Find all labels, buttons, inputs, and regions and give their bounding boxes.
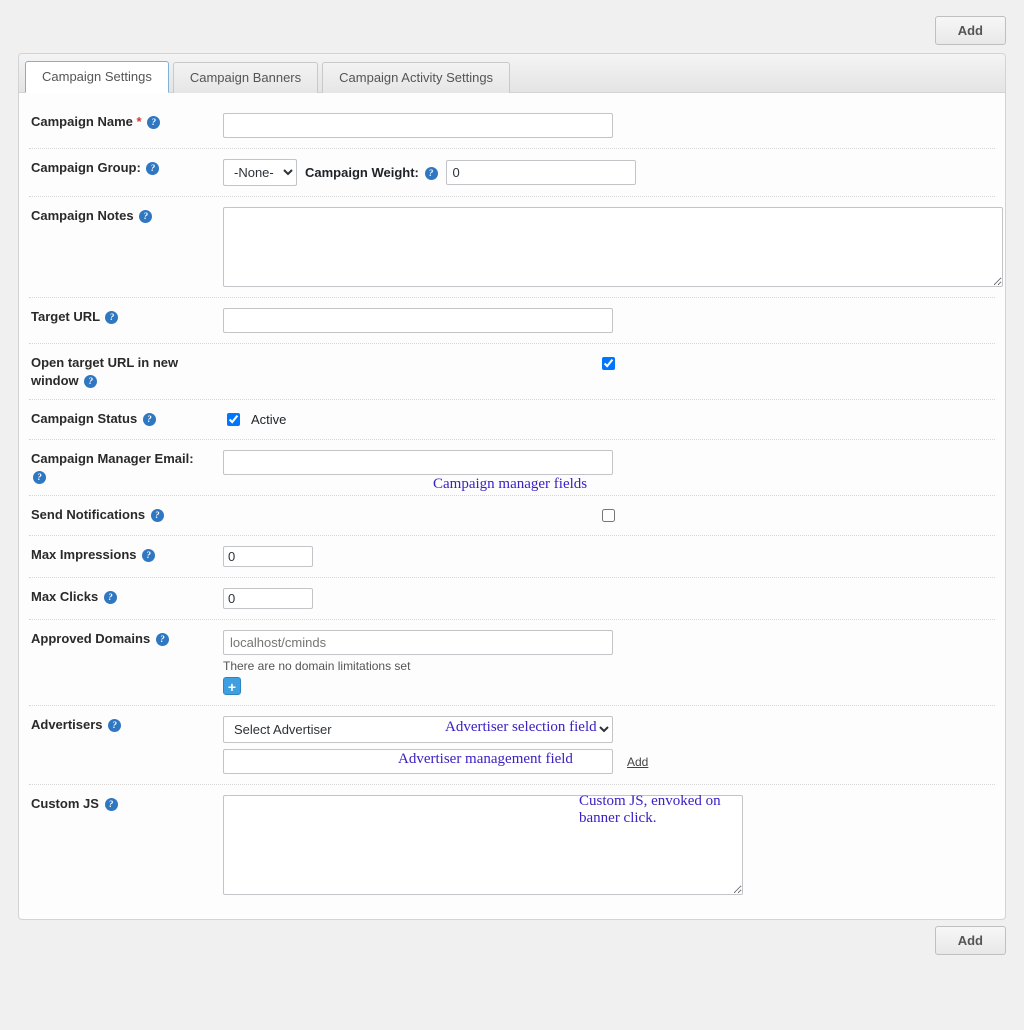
- add-button-bottom[interactable]: Add: [935, 926, 1006, 955]
- advertisers-label: Advertisers ?: [31, 716, 209, 734]
- domain-hint: There are no domain limitations set: [223, 659, 993, 673]
- send-notifications-checkbox[interactable]: [227, 509, 990, 522]
- help-icon[interactable]: ?: [143, 413, 156, 426]
- manager-email-input[interactable]: [223, 450, 613, 475]
- callout-custom-js: Custom JS, envoked on banner click.: [579, 793, 749, 827]
- help-icon[interactable]: ?: [142, 549, 155, 562]
- campaign-panel: Campaign Settings Campaign Banners Campa…: [18, 53, 1006, 920]
- campaign-notes-label: Campaign Notes ?: [31, 207, 209, 225]
- help-icon[interactable]: ?: [156, 633, 169, 646]
- campaign-weight-label: Campaign Weight: ?: [305, 165, 438, 180]
- help-icon[interactable]: ?: [84, 375, 97, 388]
- callout-advertiser-selection: Advertiser selection field: [445, 719, 597, 736]
- required-asterisk: *: [137, 114, 142, 129]
- target-url-input[interactable]: [223, 308, 613, 333]
- campaign-status-label: Campaign Status ?: [31, 410, 209, 428]
- campaign-name-input[interactable]: [223, 113, 613, 138]
- open-new-window-checkbox[interactable]: [227, 357, 990, 370]
- approved-domains-label: Approved Domains ?: [31, 630, 209, 648]
- help-icon[interactable]: ?: [104, 591, 117, 604]
- campaign-notes-textarea[interactable]: [223, 207, 1003, 287]
- help-icon[interactable]: ?: [139, 210, 152, 223]
- custom-js-label: Custom JS ?: [31, 795, 209, 813]
- help-icon[interactable]: ?: [147, 116, 160, 129]
- campaign-weight-input[interactable]: [446, 160, 636, 185]
- max-impressions-label: Max Impressions ?: [31, 546, 209, 564]
- callout-manager-fields: Campaign manager fields: [433, 476, 587, 493]
- campaign-name-label: Campaign Name * ?: [31, 113, 209, 131]
- help-icon[interactable]: ?: [146, 162, 159, 175]
- help-icon[interactable]: ?: [33, 471, 46, 484]
- max-impressions-input[interactable]: [223, 546, 313, 567]
- campaign-status-checkbox[interactable]: [227, 413, 240, 426]
- tab-strip: Campaign Settings Campaign Banners Campa…: [19, 54, 1005, 93]
- campaign-status-text: Active: [251, 412, 286, 427]
- callout-advertiser-management: Advertiser management field: [398, 751, 573, 768]
- add-button-top[interactable]: Add: [935, 16, 1006, 45]
- manager-email-label: Campaign Manager Email: ?: [31, 450, 209, 485]
- campaign-group-select[interactable]: -None-: [223, 159, 297, 186]
- help-icon[interactable]: ?: [108, 719, 121, 732]
- tab-campaign-banners[interactable]: Campaign Banners: [173, 62, 318, 93]
- advertiser-add-link[interactable]: Add: [627, 755, 648, 769]
- target-url-label: Target URL ?: [31, 308, 209, 326]
- open-new-window-label: Open target URL in new window ?: [31, 354, 209, 389]
- campaign-group-label: Campaign Group: ?: [31, 159, 209, 177]
- max-clicks-input[interactable]: [223, 588, 313, 609]
- add-domain-button[interactable]: +: [223, 677, 241, 695]
- help-icon[interactable]: ?: [425, 167, 438, 180]
- help-icon[interactable]: ?: [105, 798, 118, 811]
- send-notifications-label: Send Notifications ?: [31, 506, 209, 524]
- tab-campaign-settings[interactable]: Campaign Settings: [25, 61, 169, 93]
- approved-domain-input[interactable]: [223, 630, 613, 655]
- max-clicks-label: Max Clicks ?: [31, 588, 209, 606]
- tab-campaign-activity-settings[interactable]: Campaign Activity Settings: [322, 62, 510, 93]
- help-icon[interactable]: ?: [105, 311, 118, 324]
- help-icon[interactable]: ?: [151, 509, 164, 522]
